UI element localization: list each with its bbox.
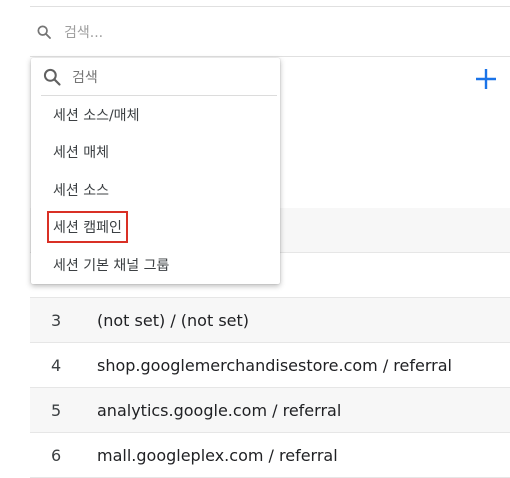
search-placeholder[interactable]: 검색...: [64, 22, 103, 42]
menu-item-label: 세션 소스: [53, 182, 109, 199]
row-index: 3: [51, 310, 62, 330]
dropdown-search-placeholder[interactable]: 검색: [72, 67, 98, 87]
row-value: analytics.google.com / referral: [97, 400, 342, 420]
menu-item-session-source[interactable]: 세션 소스: [31, 171, 280, 209]
search-divider: [30, 56, 510, 57]
menu-item-label: 세션 기본 채널 그룹: [53, 257, 170, 274]
row-value: mall.googleplex.com / referral: [97, 445, 338, 465]
menu-item-session-medium[interactable]: 세션 매체: [31, 134, 280, 172]
row-value: (not set) / (not set): [97, 310, 250, 330]
dropdown-search[interactable]: 검색: [41, 58, 277, 96]
menu-item-label: 세션 매체: [53, 145, 109, 162]
row-index: 4: [51, 355, 62, 375]
search-icon: [34, 22, 54, 42]
row-value: shop.googlemerchandisestore.com / referr…: [97, 355, 452, 375]
table-row[interactable]: 3 (not set) / (not set): [30, 298, 510, 343]
menu-item-label: 세션 캠페인: [47, 211, 128, 244]
table-row[interactable]: 5 analytics.google.com / referral: [30, 388, 510, 433]
table-row[interactable]: 4 shop.googlemerchandisestore.com / refe…: [30, 343, 510, 388]
row-index: 6: [51, 445, 62, 465]
search-icon: [41, 66, 63, 88]
menu-item-session-campaign[interactable]: 세션 캠페인: [31, 209, 280, 247]
menu-item-session-default-channel-group[interactable]: 세션 기본 채널 그룹: [31, 246, 280, 284]
search-bar[interactable]: 검색...: [30, 7, 510, 56]
dimension-dropdown: 검색 세션 소스/매체 세션 매체 세션 소스 세션 캠페인 세션 기본 채널 …: [31, 58, 280, 284]
menu-item-session-source-medium[interactable]: 세션 소스/매체: [31, 96, 280, 134]
menu-item-label: 세션 소스/매체: [53, 107, 140, 124]
add-icon[interactable]: [473, 66, 499, 92]
table-row[interactable]: 6 mall.googleplex.com / referral: [30, 433, 510, 478]
row-index: 5: [51, 400, 62, 420]
